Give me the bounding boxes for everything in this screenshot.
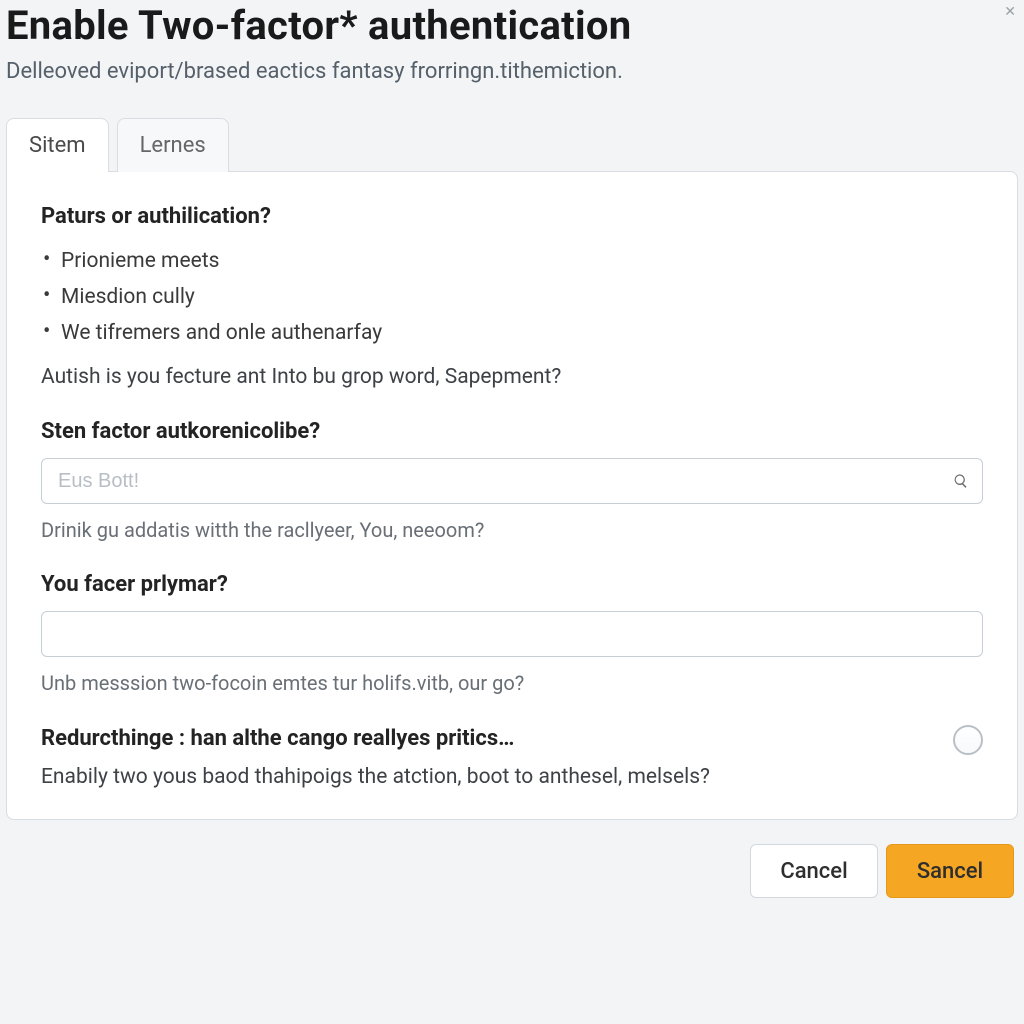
helper-sten: Drinik gu addatis witth the racllyeer, Y… xyxy=(41,518,983,542)
bullet-item: Prionieme meets xyxy=(43,243,983,279)
dialog-footer: Cancel Sancel xyxy=(6,844,1018,898)
cancel-button[interactable]: Cancel xyxy=(750,844,878,898)
section-heading-sten: Sten factor autkorenicolibe? xyxy=(41,419,983,444)
input-wrap-sten xyxy=(41,458,983,504)
page-title: Enable Two-factor* authentication xyxy=(6,2,1018,49)
tab-lernes[interactable]: Lernes xyxy=(117,118,229,172)
youfacer-input[interactable] xyxy=(41,611,983,657)
close-icon[interactable]: ✕ xyxy=(1004,4,1016,20)
section-youfacer: You facer prlymar? Unb messsion two-foco… xyxy=(41,572,983,695)
section-heading-redurcthinge: Redurcthinge : han althe cango reallyes … xyxy=(41,726,514,751)
dialog-header: Enable Two-factor* authentication Delleo… xyxy=(6,0,1018,84)
bullet-item: Miesdion cully xyxy=(43,279,983,315)
section-body-paturs: Autish is you fecture ant Into bu grop w… xyxy=(41,365,983,389)
primary-button[interactable]: Sancel xyxy=(886,844,1014,898)
tab-sitem[interactable]: Sitem xyxy=(6,118,109,172)
bullet-item: We tifremers and onle authenarfay xyxy=(43,315,983,351)
sten-input[interactable] xyxy=(41,458,983,504)
helper-youfacer: Unb messsion two-focoin emtes tur holifs… xyxy=(41,671,983,695)
section-heading-paturs: Paturs or authilication? xyxy=(41,204,983,229)
section-heading-youfacer: You facer prlymar? xyxy=(41,572,983,597)
section-redurcthinge: Redurcthinge : han althe cango reallyes … xyxy=(41,725,983,789)
input-wrap-youfacer xyxy=(41,611,983,657)
tab-bar: Sitem Lernes xyxy=(6,118,1018,172)
tab-panel: Paturs or authilication? Prionieme meets… xyxy=(6,171,1018,820)
section-body-redurcthinge: Enabily two yous baod thahipoigs the atc… xyxy=(41,765,983,789)
redurcthinge-radio[interactable] xyxy=(953,725,983,755)
search-icon xyxy=(953,473,969,489)
section-paturs: Paturs or authilication? Prionieme meets… xyxy=(41,204,983,389)
bullet-list: Prionieme meets Miesdion cully We tifrem… xyxy=(43,243,983,351)
page-subtitle: Delleoved eviport/brased eactics fantasy… xyxy=(6,59,1018,84)
section-sten: Sten factor autkorenicolibe? Drinik gu a… xyxy=(41,419,983,542)
